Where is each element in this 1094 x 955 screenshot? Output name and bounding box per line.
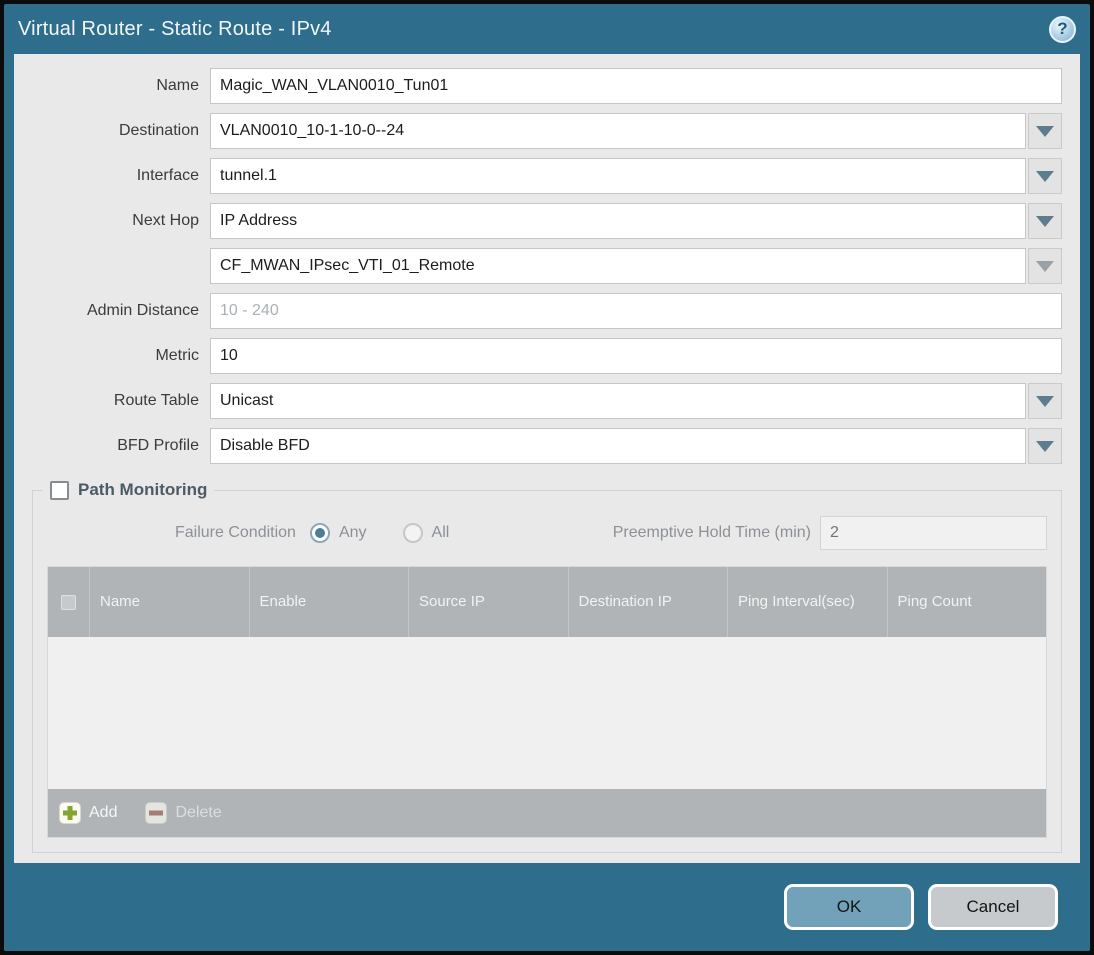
minus-icon <box>145 802 168 824</box>
failure-condition-all-label[interactable]: All <box>432 524 450 542</box>
help-icon[interactable]: ? <box>1049 15 1076 43</box>
form-row-route-table: Route Table <box>32 383 1062 419</box>
preemptive-hold-time-input[interactable] <box>820 516 1047 550</box>
path-monitoring-title: Path Monitoring <box>78 480 208 499</box>
column-header-name: Name <box>89 567 249 637</box>
column-header-ping-interval: Ping Interval(sec) <box>727 567 887 637</box>
chevron-down-icon <box>1036 440 1054 452</box>
interface-label: Interface <box>136 167 199 184</box>
table-empty-body <box>48 637 1046 789</box>
dialog-title: Virtual Router - Static Route - IPv4 <box>18 17 332 40</box>
preemptive-hold-time-label: Preemptive Hold Time (min) <box>612 524 811 541</box>
path-monitoring-checkbox[interactable] <box>50 480 69 500</box>
add-button[interactable]: Add <box>59 802 117 824</box>
form-row-admin-distance: Admin Distance <box>32 293 1062 329</box>
plus-icon <box>59 802 81 824</box>
chevron-down-icon <box>1036 215 1054 227</box>
table-toolbar: Add Delete <box>48 789 1046 837</box>
path-monitoring-section: Path Monitoring Failure Condition Any Al… <box>32 480 1062 853</box>
chevron-down-icon <box>1036 260 1054 272</box>
destination-dropdown-button[interactable] <box>1028 113 1062 149</box>
form-row-destination: Destination <box>32 113 1062 149</box>
dialog-window: Virtual Router - Static Route - IPv4 ? N… <box>4 4 1090 951</box>
path-monitoring-controls: Failure Condition Any All Preemptive Hol… <box>47 516 1047 550</box>
form-row-metric: Metric <box>32 338 1062 374</box>
column-header-enable: Enable <box>248 567 409 637</box>
ok-button[interactable]: OK <box>784 884 914 930</box>
chevron-down-icon <box>1036 395 1054 407</box>
bfd-profile-input[interactable] <box>210 428 1026 464</box>
route-table-label: Route Table <box>113 392 199 409</box>
cancel-button[interactable]: Cancel <box>928 884 1058 930</box>
column-header-ping-count: Ping Count <box>886 567 1047 637</box>
chevron-down-icon <box>1036 125 1054 137</box>
table-header-checkbox-cell <box>48 567 89 637</box>
interface-dropdown-button[interactable] <box>1028 158 1062 194</box>
table-header-row: Name Enable Source IP Destination IP Pin… <box>48 567 1046 637</box>
column-header-destination-ip: Destination IP <box>567 567 728 637</box>
next-hop-address-dropdown-button[interactable] <box>1028 248 1062 284</box>
failure-condition-all-radio[interactable] <box>402 523 423 543</box>
destination-label: Destination <box>118 122 199 139</box>
bfd-profile-dropdown-button[interactable] <box>1028 428 1062 464</box>
path-monitoring-table: Name Enable Source IP Destination IP Pin… <box>47 566 1047 838</box>
destination-input[interactable] <box>210 113 1026 149</box>
form-row-name: Name <box>32 68 1062 104</box>
next-hop-address-input[interactable] <box>210 248 1026 284</box>
chevron-down-icon <box>1036 170 1054 182</box>
column-header-source-ip: Source IP <box>408 567 568 637</box>
metric-input[interactable] <box>210 338 1062 374</box>
interface-input[interactable] <box>210 158 1026 194</box>
failure-condition-any-label[interactable]: Any <box>339 524 367 542</box>
delete-button[interactable]: Delete <box>145 802 222 824</box>
select-all-checkbox[interactable] <box>61 594 76 610</box>
path-monitoring-legend: Path Monitoring <box>43 480 214 500</box>
name-input[interactable] <box>210 68 1062 104</box>
dialog-titlebar: Virtual Router - Static Route - IPv4 ? <box>4 4 1090 54</box>
form-row-next-hop-address <box>32 248 1062 284</box>
route-table-dropdown-button[interactable] <box>1028 383 1062 419</box>
admin-distance-label: Admin Distance <box>86 302 199 319</box>
form-row-next-hop: Next Hop <box>32 203 1062 239</box>
name-label: Name <box>156 77 199 94</box>
failure-condition-label: Failure Condition <box>175 524 296 541</box>
route-table-input[interactable] <box>210 383 1026 419</box>
admin-distance-input[interactable] <box>210 293 1062 329</box>
next-hop-type-input[interactable] <box>210 203 1026 239</box>
dialog-body: Name Destination Interface <box>14 54 1080 863</box>
form-row-interface: Interface <box>32 158 1062 194</box>
failure-condition-any-radio[interactable] <box>309 523 330 543</box>
form-row-bfd-profile: BFD Profile <box>32 428 1062 464</box>
next-hop-label: Next Hop <box>132 212 199 229</box>
next-hop-type-dropdown-button[interactable] <box>1028 203 1062 239</box>
dialog-footer: OK Cancel <box>4 863 1090 951</box>
metric-label: Metric <box>155 347 199 364</box>
failure-condition-radio-group: Any All <box>296 523 449 543</box>
bfd-profile-label: BFD Profile <box>117 437 199 454</box>
